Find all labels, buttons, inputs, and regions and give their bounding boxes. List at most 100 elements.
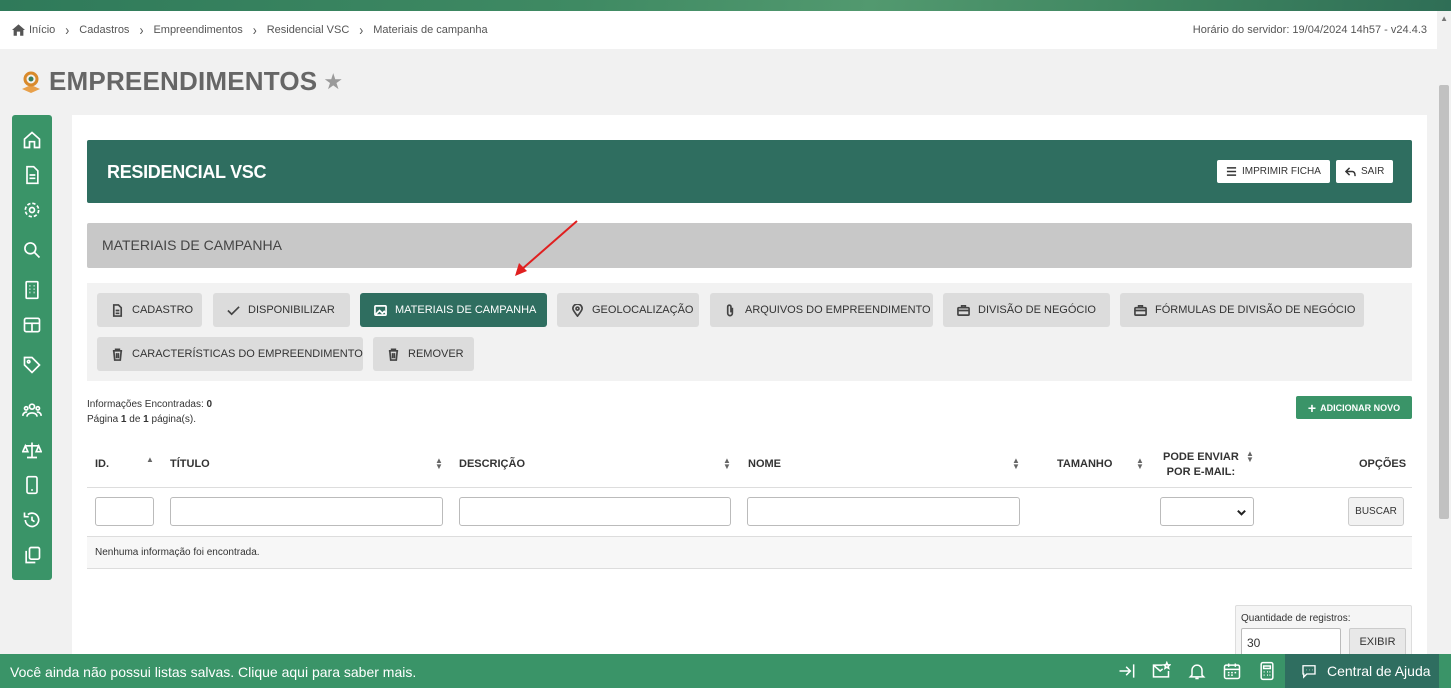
sort-icon[interactable]: ▲ ▼: [435, 457, 443, 471]
breadcrumb-cadastros[interactable]: Cadastros: [79, 24, 129, 36]
tab-label: ARQUIVOS DO EMPREENDIMENTO: [745, 304, 931, 316]
breadcrumb-label-home: Início: [29, 24, 56, 36]
exit-button[interactable]: SAIR: [1336, 160, 1394, 183]
add-new-label: ADICIONAR NOVO: [1320, 402, 1401, 413]
col-header-email[interactable]: PODE ENVIAR POR E-MAIL:: [1163, 450, 1239, 480]
add-new-button[interactable]: + ADICIONAR NOVO: [1296, 396, 1412, 419]
table-icon[interactable]: [21, 314, 43, 336]
filter-descricao-input[interactable]: [459, 497, 731, 526]
page-scrollbar[interactable]: ▲: [1437, 11, 1451, 654]
filter-nome-input[interactable]: [747, 497, 1020, 526]
calendar-icon[interactable]: [1222, 661, 1242, 681]
records-quantity-input[interactable]: 30: [1241, 628, 1341, 656]
red-arrow-annotation: [515, 220, 578, 276]
pagination-info: Página 1 de 1 página(s).: [87, 412, 212, 427]
col-header-id[interactable]: ID.: [95, 458, 109, 470]
bell-icon[interactable]: [1187, 661, 1207, 681]
mobile-icon[interactable]: [21, 474, 43, 496]
briefcase-icon: [957, 304, 970, 316]
search-icon[interactable]: [21, 239, 43, 261]
tab-caracteristicas[interactable]: CARACTERÍSTICAS DO EMPREENDIMENTO: [97, 337, 363, 371]
tab-materiais-de-campanha[interactable]: MATERIAIS DE CAMPANHA: [360, 293, 547, 327]
calculator-icon[interactable]: [1257, 661, 1277, 681]
users-icon[interactable]: [21, 399, 43, 421]
show-button[interactable]: EXIBIR: [1349, 628, 1406, 656]
file-icon: [112, 303, 123, 317]
search-button[interactable]: BUSCAR: [1348, 497, 1404, 526]
filter-email-select[interactable]: [1160, 497, 1254, 526]
tab-label: GEOLOCALIZAÇÃO: [592, 304, 694, 316]
tab-cadastro[interactable]: CADASTRO: [97, 293, 202, 327]
results-info: Informações Encontradas: 0 Página 1 de 1…: [87, 397, 212, 427]
page-current: 1: [120, 414, 127, 425]
page-total: 1: [143, 414, 149, 425]
help-center-label: Central de Ajuda: [1327, 663, 1431, 679]
chevron-right-icon: ›: [65, 21, 70, 39]
favorite-star-icon[interactable]: ★: [323, 69, 343, 95]
page-of: de: [129, 414, 141, 425]
tab-label: MATERIAIS DE CAMPANHA: [395, 304, 537, 316]
scroll-up-icon[interactable]: ▲: [1440, 14, 1448, 23]
breadcrumb-empreendimentos[interactable]: Empreendimentos: [153, 24, 242, 36]
page-title: EMPREENDIMENTOS: [49, 66, 318, 96]
col-header-nome[interactable]: NOME: [748, 458, 781, 470]
record-header: RESIDENCIAL VSC IMPRIMIR FICHA SAIR: [87, 140, 1412, 203]
page-prefix: Página: [87, 414, 119, 425]
tag-icon[interactable]: [21, 354, 43, 376]
results-count-value: 0: [206, 399, 213, 410]
tab-disponibilizar[interactable]: DISPONIBILIZAR: [213, 293, 350, 327]
filter-id-input[interactable]: [95, 497, 154, 526]
tab-label: DISPONIBILIZAR: [248, 304, 335, 316]
tab-remover[interactable]: REMOVER: [373, 337, 474, 371]
sort-asc-icon[interactable]: ▲: [146, 456, 154, 464]
mail-star-icon[interactable]: [1151, 660, 1172, 681]
col-header-descricao[interactable]: DESCRIÇÃO: [459, 458, 525, 470]
breadcrumb-residencial[interactable]: Residencial VSC: [267, 24, 350, 36]
check-icon: [227, 305, 240, 315]
exit-button-label: SAIR: [1361, 166, 1385, 177]
side-navigation: [12, 115, 52, 580]
chat-icon: [1302, 665, 1316, 679]
sort-icon[interactable]: ▲ ▼: [1246, 450, 1254, 464]
scale-icon[interactable]: [21, 439, 43, 461]
col-header-opcoes: OPÇÕES: [1359, 458, 1407, 470]
plus-icon: +: [1307, 399, 1317, 416]
tab-divisao-de-negocio[interactable]: DIVISÃO DE NEGÓCIO: [943, 293, 1110, 327]
col-header-email-line2: POR E-MAIL:: [1166, 466, 1236, 478]
login-arrow-icon[interactable]: [1117, 661, 1137, 681]
pin-icon: [572, 303, 583, 317]
sort-icon[interactable]: ▲ ▼: [723, 457, 731, 471]
tab-geolocalizacao[interactable]: GEOLOCALIZAÇÃO: [557, 293, 699, 327]
print-button-label: IMPRIMIR FICHA: [1242, 166, 1321, 177]
home-icon[interactable]: [21, 129, 43, 151]
breadcrumb: Início › Cadastros › Empreendimentos › R…: [0, 11, 1437, 49]
tab-label: CADASTRO: [132, 304, 194, 316]
col-header-titulo[interactable]: TÍTULO: [170, 458, 210, 470]
breadcrumb-current: Materiais de campanha: [373, 24, 488, 36]
tab-label: REMOVER: [408, 348, 464, 360]
tab-label: CARACTERÍSTICAS DO EMPREENDIMENTO: [132, 348, 363, 360]
sort-icon[interactable]: ▲ ▼: [1136, 457, 1144, 471]
filter-titulo-input[interactable]: [170, 497, 443, 526]
history-icon[interactable]: [21, 509, 43, 531]
building-icon[interactable]: [21, 279, 43, 301]
copy-icon[interactable]: [21, 544, 43, 566]
tab-label: FÓRMULAS DE DIVISÃO DE NEGÓCIO: [1155, 304, 1356, 316]
document-icon[interactable]: [21, 164, 43, 186]
trash-icon: [112, 348, 123, 361]
saved-lists-message[interactable]: Você ainda não possui listas salvas. Cli…: [10, 664, 416, 680]
tab-formulas-divisao[interactable]: FÓRMULAS DE DIVISÃO DE NEGÓCIO: [1120, 293, 1364, 327]
records-quantity-label: Quantidade de registros:: [1241, 613, 1351, 624]
col-header-tamanho[interactable]: TAMANHO: [1057, 458, 1112, 470]
results-count: Informações Encontradas: 0: [87, 397, 212, 412]
records-quantity-box: Quantidade de registros: 30 EXIBIR: [1235, 605, 1412, 660]
tab-arquivos[interactable]: ARQUIVOS DO EMPREENDIMENTO: [710, 293, 933, 327]
help-center-button[interactable]: Central de Ajuda: [1285, 654, 1439, 688]
print-button[interactable]: IMPRIMIR FICHA: [1217, 160, 1330, 183]
gear-icon[interactable]: [21, 199, 43, 221]
server-time: Horário do servidor: 19/04/2024 14h57 - …: [1192, 24, 1427, 36]
sort-icon[interactable]: ▲ ▼: [1012, 457, 1020, 471]
scroll-thumb[interactable]: [1439, 85, 1449, 519]
breadcrumb-home[interactable]: Início: [12, 24, 55, 36]
section-title: MATERIAIS DE CAMPANHA: [87, 223, 1412, 268]
